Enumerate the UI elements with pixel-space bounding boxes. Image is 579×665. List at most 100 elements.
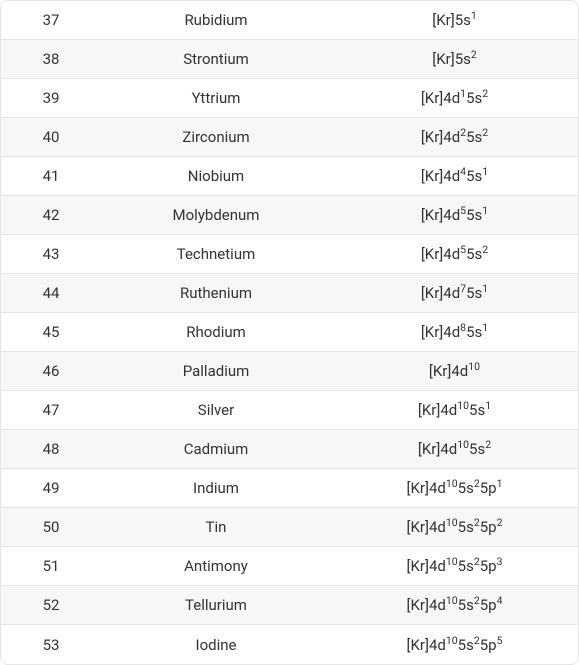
atomic-number-cell: 40 xyxy=(1,128,101,146)
subshell-orbital: 5s xyxy=(455,11,471,29)
element-name-cell: Strontium xyxy=(101,50,331,68)
subshell-exponent: 10 xyxy=(457,399,469,412)
atomic-number-cell: 41 xyxy=(1,167,101,185)
subshell-exponent: 3 xyxy=(497,555,503,568)
subshell-orbital: 5s xyxy=(469,401,485,419)
subshell-exponent: 10 xyxy=(446,555,458,568)
subshell-exponent: 1 xyxy=(485,399,491,412)
noble-gas-core: [Kr] xyxy=(429,362,451,380)
electron-configuration-cell: [Kr]4d105s25p2 xyxy=(331,518,578,536)
atomic-number-cell: 42 xyxy=(1,206,101,224)
atomic-number-cell: 43 xyxy=(1,245,101,263)
subshell-orbital: 5s xyxy=(458,636,474,654)
table-row: 48Cadmium[Kr]4d105s2 xyxy=(1,430,578,469)
subshell-orbital: 5s xyxy=(458,596,474,614)
subshell-exponent: 4 xyxy=(497,594,503,607)
atomic-number-cell: 46 xyxy=(1,362,101,380)
noble-gas-core: [Kr] xyxy=(432,11,454,29)
electron-configuration-cell: [Kr]4d105s25p5 xyxy=(331,636,578,654)
noble-gas-core: [Kr] xyxy=(421,167,443,185)
table-row: 37Rubidium[Kr]5s1 xyxy=(1,1,578,40)
electron-configuration-cell: [Kr]4d55s1 xyxy=(331,206,578,224)
subshell-orbital: 4d xyxy=(440,401,457,419)
atomic-number-cell: 52 xyxy=(1,596,101,614)
noble-gas-core: [Kr] xyxy=(407,596,429,614)
subshell-orbital: 5p xyxy=(480,596,497,614)
subshell-orbital: 4d xyxy=(429,596,446,614)
element-name-cell: Antimony xyxy=(101,557,331,575)
element-name-cell: Tellurium xyxy=(101,596,331,614)
noble-gas-core: [Kr] xyxy=(418,401,440,419)
subshell-orbital: 4d xyxy=(451,362,468,380)
electron-configuration-cell: [Kr]4d105s1 xyxy=(331,401,578,419)
table-row: 42Molybdenum[Kr]4d55s1 xyxy=(1,196,578,235)
subshell-exponent: 10 xyxy=(468,360,480,373)
subshell-exponent: 10 xyxy=(446,516,458,529)
electron-configuration-cell: [Kr]5s1 xyxy=(331,11,578,29)
subshell-orbital: 4d xyxy=(443,206,460,224)
electron-configuration-cell: [Kr]4d45s1 xyxy=(331,167,578,185)
subshell-exponent: 2 xyxy=(482,126,488,139)
atomic-number-cell: 38 xyxy=(1,50,101,68)
table-row: 44Ruthenium[Kr]4d75s1 xyxy=(1,274,578,313)
element-name-cell: Yttrium xyxy=(101,89,331,107)
atomic-number-cell: 44 xyxy=(1,284,101,302)
table-row: 53Iodine[Kr]4d105s25p5 xyxy=(1,625,578,664)
table-row: 52Tellurium[Kr]4d105s25p4 xyxy=(1,586,578,625)
table-row: 45Rhodium[Kr]4d85s1 xyxy=(1,313,578,352)
table-row: 40Zirconium[Kr]4d25s2 xyxy=(1,118,578,157)
subshell-orbital: 5p xyxy=(480,479,497,497)
subshell-orbital: 5p xyxy=(480,518,497,536)
noble-gas-core: [Kr] xyxy=(421,89,443,107)
subshell-exponent: 10 xyxy=(446,634,458,647)
noble-gas-core: [Kr] xyxy=(421,245,443,263)
subshell-orbital: 4d xyxy=(443,284,460,302)
table-row: 38Strontium[Kr]5s2 xyxy=(1,40,578,79)
noble-gas-core: [Kr] xyxy=(432,50,454,68)
electron-configuration-cell: [Kr]4d105s25p1 xyxy=(331,479,578,497)
subshell-orbital: 5s xyxy=(458,479,474,497)
table-row: 49Indium[Kr]4d105s25p1 xyxy=(1,469,578,508)
subshell-orbital: 4d xyxy=(443,245,460,263)
subshell-orbital: 5s xyxy=(458,518,474,536)
atomic-number-cell: 49 xyxy=(1,479,101,497)
element-name-cell: Technetium xyxy=(101,245,331,263)
noble-gas-core: [Kr] xyxy=(421,323,443,341)
element-name-cell: Cadmium xyxy=(101,440,331,458)
electron-configuration-cell: [Kr]4d105s2 xyxy=(331,440,578,458)
atomic-number-cell: 51 xyxy=(1,557,101,575)
electron-configuration-cell: [Kr]4d105s25p4 xyxy=(331,596,578,614)
subshell-orbital: 5s xyxy=(458,557,474,575)
electron-configuration-cell: [Kr]5s2 xyxy=(331,50,578,68)
subshell-exponent: 1 xyxy=(497,477,503,490)
table-row: 47Silver[Kr]4d105s1 xyxy=(1,391,578,430)
element-name-cell: Palladium xyxy=(101,362,331,380)
element-name-cell: Iodine xyxy=(101,636,331,654)
noble-gas-core: [Kr] xyxy=(407,557,429,575)
noble-gas-core: [Kr] xyxy=(407,636,429,654)
subshell-orbital: 5s xyxy=(455,50,471,68)
element-name-cell: Zirconium xyxy=(101,128,331,146)
subshell-orbital: 5s xyxy=(466,89,482,107)
subshell-orbital: 4d xyxy=(443,89,460,107)
subshell-exponent: 1 xyxy=(482,165,488,178)
table-row: 46Palladium [Kr]4d10 xyxy=(1,352,578,391)
subshell-exponent: 1 xyxy=(482,321,488,334)
subshell-orbital: 5p xyxy=(480,557,497,575)
atomic-number-cell: 39 xyxy=(1,89,101,107)
table-row: 50Tin[Kr]4d105s25p2 xyxy=(1,508,578,547)
subshell-orbital: 4d xyxy=(443,128,460,146)
element-name-cell: Rubidium xyxy=(101,11,331,29)
subshell-orbital: 4d xyxy=(429,636,446,654)
electron-configuration-cell: [Kr]4d15s2 xyxy=(331,89,578,107)
element-name-cell: Indium xyxy=(101,479,331,497)
noble-gas-core: [Kr] xyxy=(421,128,443,146)
subshell-orbital: 5s xyxy=(466,128,482,146)
subshell-orbital: 5s xyxy=(466,167,482,185)
electron-configuration-cell: [Kr]4d105s25p3 xyxy=(331,557,578,575)
subshell-exponent: 2 xyxy=(471,48,477,61)
subshell-orbital: 5s xyxy=(466,284,482,302)
subshell-orbital: 5p xyxy=(480,636,497,654)
subshell-orbital: 4d xyxy=(443,323,460,341)
subshell-exponent: 5 xyxy=(497,634,503,647)
